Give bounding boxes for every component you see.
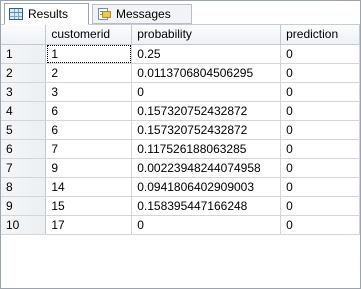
row-number[interactable]: 7 bbox=[1, 158, 47, 178]
row-number[interactable]: 6 bbox=[1, 139, 47, 159]
results-table: customerid probability prediction 1 1 0.25… bbox=[1, 25, 360, 235]
cell-customerid[interactable]: 7 bbox=[45, 139, 133, 159]
cell-customerid[interactable]: 14 bbox=[45, 177, 133, 197]
cell-probability[interactable]: 0.117526188063285 bbox=[131, 139, 282, 159]
header-row: customerid probability prediction bbox=[1, 25, 360, 45]
cell-probability[interactable]: 0 bbox=[131, 82, 282, 102]
table-row[interactable]: 10 17 0 0 bbox=[1, 215, 360, 235]
row-number[interactable]: 5 bbox=[1, 120, 47, 140]
cell-probability[interactable]: 0.157320752432872 bbox=[131, 101, 282, 121]
tab-results[interactable]: Results bbox=[4, 3, 89, 25]
cell-customerid[interactable]: 1 bbox=[45, 44, 133, 64]
row-number[interactable]: 4 bbox=[1, 101, 47, 121]
cell-prediction[interactable]: 0 bbox=[280, 158, 360, 178]
table-row[interactable]: 6 7 0.117526188063285 0 bbox=[1, 139, 360, 159]
cell-customerid[interactable]: 2 bbox=[45, 63, 133, 83]
messages-icon bbox=[97, 7, 111, 21]
cell-prediction[interactable]: 0 bbox=[280, 44, 360, 64]
row-number[interactable]: 8 bbox=[1, 177, 47, 197]
cell-prediction[interactable]: 0 bbox=[280, 139, 360, 159]
cell-customerid[interactable]: 3 bbox=[45, 82, 133, 102]
cell-prediction[interactable]: 0 bbox=[280, 63, 360, 83]
table-row[interactable]: 4 6 0.157320752432872 0 bbox=[1, 101, 360, 121]
results-grid[interactable]: customerid probability prediction 1 1 0.25… bbox=[1, 25, 360, 235]
row-number[interactable]: 10 bbox=[1, 215, 47, 235]
cell-prediction[interactable]: 0 bbox=[280, 196, 360, 216]
selected-cell-value: 1 bbox=[47, 44, 131, 62]
cell-prediction[interactable]: 0 bbox=[280, 215, 360, 235]
cell-customerid[interactable]: 6 bbox=[45, 120, 133, 140]
table-row[interactable]: 3300 bbox=[1, 82, 360, 102]
cell-prediction[interactable]: 0 bbox=[280, 177, 360, 197]
table-row[interactable]: 2 2 0.0113706804506295 0 bbox=[1, 63, 360, 83]
tab-messages[interactable]: Messages bbox=[92, 4, 192, 24]
cell-customerid[interactable]: 6 bbox=[45, 101, 133, 121]
cell-prediction[interactable]: 0 bbox=[280, 101, 360, 121]
table-row[interactable]: 7 9 0.00223948244074958 0 bbox=[1, 158, 360, 178]
cell-probability[interactable]: 0.0113706804506295 bbox=[131, 63, 282, 83]
cell-probability[interactable]: 0.25 bbox=[131, 44, 282, 64]
table-row[interactable]: 8 14 0.0941806402909003 0 bbox=[1, 177, 360, 197]
cell-customerid[interactable]: 17 bbox=[45, 215, 133, 235]
tab-results-label: Results bbox=[28, 7, 69, 21]
cell-probability[interactable]: 0.158395447166248 bbox=[131, 196, 282, 216]
row-number[interactable]: 9 bbox=[1, 196, 47, 216]
cell-probability[interactable]: 0 bbox=[131, 215, 282, 235]
tab-messages-label: Messages bbox=[116, 7, 171, 21]
column-header-prediction[interactable]: prediction bbox=[280, 25, 360, 45]
cell-customerid[interactable]: 9 bbox=[45, 158, 133, 178]
row-number[interactable]: 2 bbox=[1, 63, 47, 83]
cell-customerid[interactable]: 15 bbox=[45, 196, 133, 216]
cell-probability[interactable]: 0.00223948244074958 bbox=[131, 158, 282, 178]
cell-prediction[interactable]: 0 bbox=[280, 82, 360, 102]
column-header-customerid[interactable]: customerid bbox=[45, 25, 133, 45]
table-row[interactable]: 9 15 0.158395447166248 0 bbox=[1, 196, 360, 216]
column-header-probability[interactable]: probability bbox=[131, 25, 282, 45]
cell-prediction[interactable]: 0 bbox=[280, 120, 360, 140]
row-number[interactable]: 3 bbox=[1, 82, 47, 102]
cell-probability[interactable]: 0.157320752432872 bbox=[131, 120, 282, 140]
grid-icon bbox=[9, 8, 23, 20]
results-pane: Results Messages customerid probability … bbox=[0, 0, 361, 289]
results-tab-bar: Results Messages bbox=[1, 1, 360, 25]
row-number[interactable]: 1 bbox=[1, 44, 47, 64]
cell-probability[interactable]: 0.0941806402909003 bbox=[131, 177, 282, 197]
select-all-corner[interactable] bbox=[1, 25, 47, 45]
table-row[interactable]: 5 6 0.157320752432872 0 bbox=[1, 120, 360, 140]
table-row[interactable]: 1 1 0.25 0 bbox=[1, 44, 360, 64]
